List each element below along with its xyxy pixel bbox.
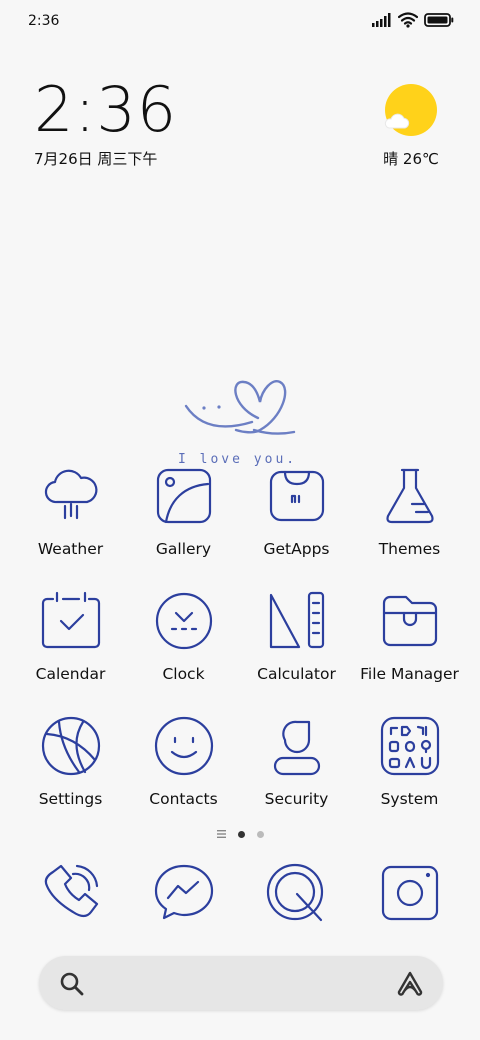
app-label: System [380, 790, 439, 808]
app-label: Gallery [155, 540, 212, 558]
app-weather[interactable]: Weather [14, 462, 127, 587]
weather-condition: 晴 [383, 150, 399, 168]
app-clock[interactable]: Clock [127, 587, 240, 712]
app-file-manager[interactable]: File Manager [353, 587, 466, 712]
wifi-icon [398, 12, 418, 28]
app-grid: Weather Gallery GetApps Themes Calendar … [14, 462, 466, 837]
app-label: Clock [162, 665, 205, 683]
system-folder-icon [380, 716, 439, 776]
app-calendar[interactable]: Calendar [14, 587, 127, 712]
clock-widget[interactable]: 2:36 7月26日 周三下午 [34, 78, 177, 169]
page-menu-icon [216, 830, 226, 838]
shopping-bag-icon [269, 470, 324, 522]
camera-icon [381, 865, 438, 921]
messenger-icon [154, 864, 213, 920]
weather-text: 晴 26℃ [376, 148, 446, 169]
app-label: Contacts [149, 790, 218, 808]
gallery-icon [156, 468, 211, 524]
app-label: Themes [378, 540, 441, 558]
page-dot[interactable] [256, 830, 264, 838]
dock [14, 858, 466, 930]
app-label: Weather [37, 540, 104, 558]
search-icon [60, 972, 84, 996]
browser-icon [266, 863, 323, 922]
dock-browser[interactable] [240, 858, 353, 930]
flask-icon [385, 468, 434, 524]
assistant-icon[interactable] [395, 970, 425, 996]
phone-icon [44, 864, 98, 918]
widget-time: 2:36 [34, 73, 178, 146]
app-security[interactable]: Security [240, 712, 353, 837]
app-calculator[interactable]: Calculator [240, 587, 353, 712]
weather-widget[interactable]: 晴 26℃ [376, 84, 446, 169]
clock-icon [155, 592, 212, 650]
widget-date: 7月26日 周三下午 [34, 150, 158, 168]
status-time: 2:36 [28, 13, 60, 29]
app-label: Settings [38, 790, 103, 808]
dock-messenger[interactable] [127, 858, 240, 930]
app-label: Calculator [257, 665, 336, 683]
app-settings[interactable]: Settings [14, 712, 127, 837]
calculator-icon [269, 591, 324, 649]
smiley-icon [154, 716, 213, 776]
app-label: GetApps [263, 540, 330, 558]
dock-camera[interactable] [353, 858, 466, 930]
page-dot-active[interactable] [237, 830, 245, 838]
page-indicator[interactable] [0, 830, 480, 838]
dock-phone[interactable] [14, 858, 127, 930]
weather-temperature: 26℃ [402, 150, 439, 168]
app-gallery[interactable]: Gallery [127, 462, 240, 587]
app-label: Security [264, 790, 329, 808]
cloud-rain-icon [44, 469, 97, 520]
app-label: Calendar [35, 665, 106, 683]
sunny-icon [384, 84, 437, 136]
folder-icon [382, 595, 437, 647]
calendar-icon [41, 591, 100, 649]
status-bar: 2:36 [0, 0, 480, 44]
battery-icon [424, 13, 454, 27]
security-icon [273, 720, 320, 776]
app-label: File Manager [360, 665, 459, 683]
status-icons [372, 12, 454, 28]
search-bar[interactable] [39, 956, 443, 1010]
app-getapps[interactable]: GetApps [240, 462, 353, 587]
signal-icon [372, 13, 391, 27]
settings-icon [41, 716, 100, 776]
app-system-folder[interactable]: System [353, 712, 466, 837]
app-themes[interactable]: Themes [353, 462, 466, 587]
app-contacts[interactable]: Contacts [127, 712, 240, 837]
